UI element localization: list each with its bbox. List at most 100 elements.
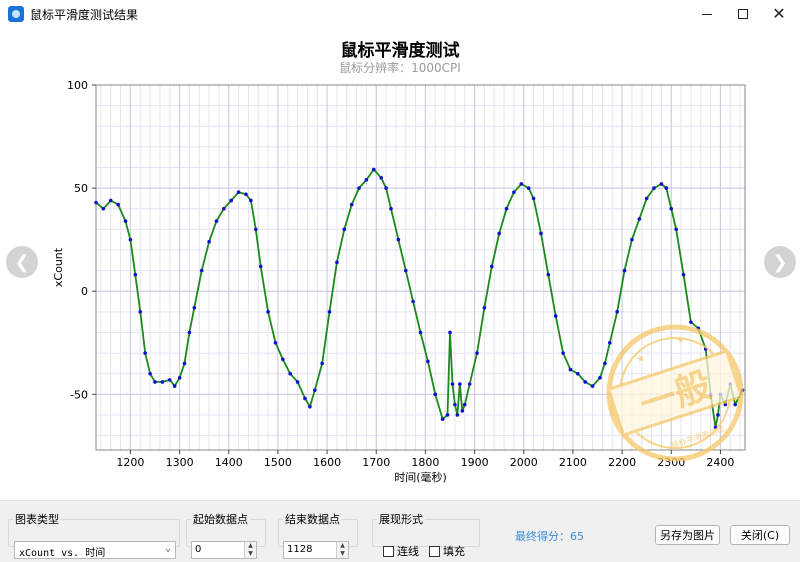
data-point [458, 382, 462, 386]
close-button[interactable]: 关闭(C) [730, 525, 790, 545]
spin-arrows-icon[interactable]: ▲ ▼ [336, 542, 348, 558]
data-point [143, 351, 147, 355]
next-chart-button[interactable]: ❯ [764, 246, 796, 278]
data-point [615, 310, 619, 314]
final-score: 最终得分：65 [515, 530, 584, 543]
start-point-stepper[interactable]: 0 ▲ ▼ [191, 541, 257, 559]
data-point [371, 167, 376, 172]
line-chart: 1200 1300 1400 1500 1600 1700 1800 1900 2000 2100… [52, 79, 746, 484]
data-point [312, 388, 317, 392]
data-point [249, 198, 253, 203]
x-tick-label: 1500 [264, 456, 292, 469]
data-point [450, 382, 455, 386]
data-point [440, 417, 445, 421]
data-point [603, 361, 607, 366]
data-point [108, 198, 113, 203]
display-style-label: 展现形式 [379, 513, 423, 526]
data-point [288, 371, 293, 376]
data-point [273, 340, 278, 345]
data-point [433, 392, 438, 397]
data-point [489, 264, 494, 269]
data-point [187, 330, 192, 335]
data-point [659, 182, 664, 186]
chart-type-select[interactable]: xCount vs. 时间 ⌄ [14, 541, 176, 559]
data-point [308, 404, 312, 409]
chart-type-label: 图表类型 [15, 513, 59, 526]
chevron-left-icon: ❮ [14, 251, 30, 273]
close-window-button[interactable]: ✕ [756, 0, 800, 28]
data-point [539, 231, 543, 236]
data-point [504, 206, 509, 211]
app-icon [8, 6, 24, 22]
chevron-down-icon: ⌄ [164, 543, 171, 554]
maximize-icon [738, 9, 748, 19]
data-point [411, 299, 415, 304]
data-point [236, 190, 241, 195]
data-point [101, 206, 106, 211]
fill-checkbox[interactable]: 填充 [429, 543, 465, 559]
data-point [123, 219, 128, 223]
data-point [207, 239, 211, 244]
data-point [418, 330, 423, 335]
spin-arrows-icon[interactable]: ▲ ▼ [244, 542, 256, 558]
data-point [222, 206, 226, 211]
minimize-icon [702, 13, 712, 15]
end-point-stepper[interactable]: 1128 ▲ ▼ [283, 541, 349, 559]
x-tick-label: 2100 [559, 456, 587, 469]
data-point [689, 320, 693, 324]
data-point [497, 231, 501, 236]
data-point [482, 305, 487, 310]
data-point [445, 413, 450, 417]
data-point [199, 268, 204, 273]
data-point [526, 186, 531, 190]
data-point [116, 202, 120, 207]
data-point [448, 330, 452, 335]
data-point [403, 268, 408, 273]
data-point [167, 378, 172, 382]
data-point [192, 305, 197, 310]
data-point [622, 268, 627, 273]
data-point [303, 396, 307, 401]
data-point [512, 190, 516, 195]
data-point [644, 196, 649, 201]
save-as-image-button[interactable]: 另存为图片 [655, 525, 720, 545]
data-point [253, 227, 258, 232]
data-point [546, 272, 551, 277]
y-tick-label: 0 [81, 285, 88, 298]
data-point [460, 409, 465, 413]
data-point [426, 359, 430, 364]
data-point [733, 402, 737, 407]
chevron-right-icon: ❯ [772, 251, 788, 273]
previous-chart-button[interactable]: ❮ [6, 246, 38, 278]
end-point-label: 结束数据点 [285, 513, 340, 526]
x-axis-label: 时间(毫秒) [394, 470, 447, 484]
y-tick-label: -50 [70, 388, 88, 401]
start-point-value: 0 [195, 544, 202, 555]
start-point-group: 起始数据点 0 ▲ ▼ [186, 511, 266, 559]
data-point [607, 340, 612, 345]
data-point [128, 237, 133, 242]
data-point [576, 371, 580, 376]
x-tick-label: 2200 [608, 456, 636, 469]
data-point [364, 178, 369, 182]
data-point [389, 206, 393, 211]
data-point [349, 202, 354, 207]
data-point [475, 351, 479, 355]
data-point [455, 413, 460, 417]
data-point [652, 186, 656, 190]
chart-type-value: xCount vs. 时间 [19, 548, 106, 559]
data-point [396, 237, 401, 242]
data-point [669, 206, 674, 211]
data-point [148, 371, 152, 376]
data-point [281, 357, 285, 362]
data-point [244, 192, 248, 197]
line-checkbox[interactable]: 连线 [383, 543, 419, 559]
data-point [229, 198, 234, 203]
x-tick-label: 2400 [706, 456, 734, 469]
data-point [160, 380, 165, 384]
x-tick-label: 1200 [116, 456, 144, 469]
data-point [266, 310, 270, 314]
data-point [138, 310, 143, 314]
data-point [182, 361, 187, 366]
data-point [531, 196, 536, 201]
